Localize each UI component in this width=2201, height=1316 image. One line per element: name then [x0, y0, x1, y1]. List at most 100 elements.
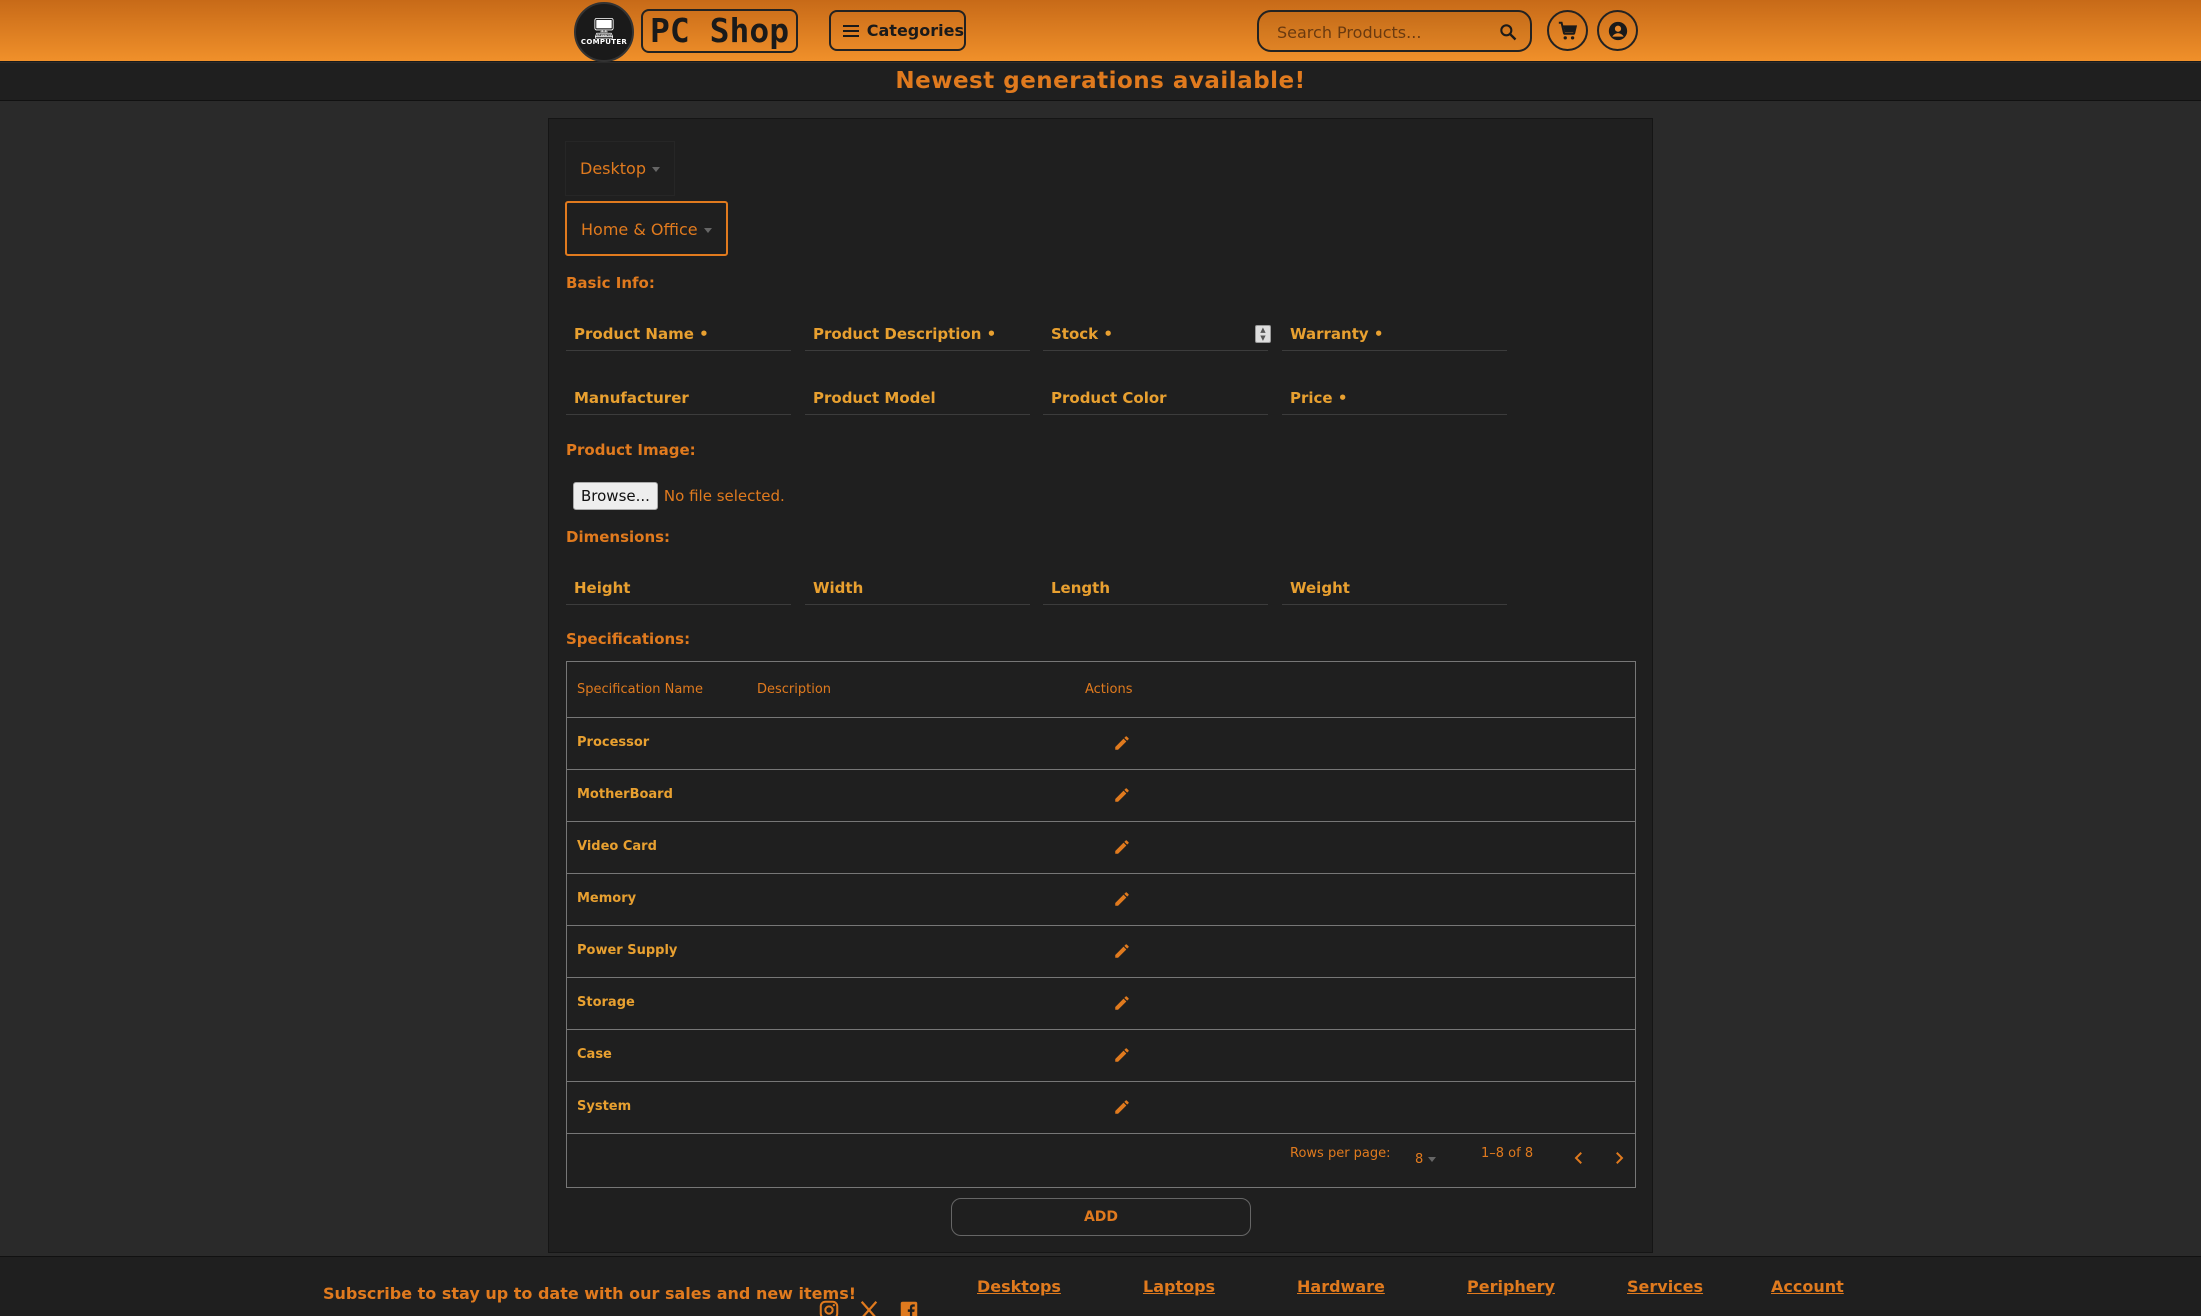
- category-select-value: Desktop: [580, 159, 646, 178]
- pencil-icon[interactable]: [1113, 734, 1131, 752]
- category-select[interactable]: Desktop: [565, 141, 675, 196]
- column-header-actions: Actions: [1085, 682, 1133, 697]
- table-row: System: [567, 1082, 1635, 1134]
- spec-name-cell: Storage: [577, 995, 635, 1010]
- table-row: Processor: [567, 718, 1635, 770]
- account-button[interactable]: [1597, 10, 1638, 51]
- promo-banner: Newest generations available!: [0, 63, 2201, 101]
- table-header: Specification Name Description Actions: [567, 662, 1635, 718]
- height-field[interactable]: Height: [566, 571, 791, 605]
- subscribe-text: Subscribe to stay up to date with our sa…: [323, 1284, 857, 1303]
- warranty-label: Warranty: [1290, 325, 1369, 343]
- pagination-range: 1–8 of 8: [1481, 1146, 1534, 1161]
- table-pagination: Rows per page: 8 1–8 of 8: [567, 1134, 1635, 1188]
- rows-per-page-select[interactable]: 8: [1415, 1152, 1437, 1167]
- top-navbar: 🖥 COMPUTER PC Shop Categories: [0, 0, 2201, 62]
- warranty-field[interactable]: Warranty •: [1282, 317, 1507, 351]
- length-field[interactable]: Length: [1043, 571, 1268, 605]
- required-marker: •: [1103, 325, 1113, 343]
- chevron-left-icon[interactable]: [1570, 1149, 1588, 1167]
- add-button[interactable]: ADD: [951, 1198, 1251, 1236]
- rows-per-page-label: Rows per page:: [1290, 1146, 1391, 1161]
- add-product-panel: Desktop Home & Office Basic Info: Produc…: [548, 118, 1653, 1253]
- logo-caption: COMPUTER: [580, 38, 628, 46]
- pencil-icon[interactable]: [1113, 786, 1131, 804]
- table-row: Memory: [567, 874, 1635, 926]
- specifications-heading: Specifications:: [566, 630, 691, 648]
- dimensions-heading: Dimensions:: [566, 528, 671, 546]
- chevron-right-icon[interactable]: [1610, 1149, 1628, 1167]
- table-row: Case: [567, 1030, 1635, 1082]
- browse-button[interactable]: Browse...: [573, 482, 658, 510]
- account-icon: [1608, 21, 1627, 40]
- computer-monitor-icon: 🖥: [591, 16, 617, 40]
- search-icon[interactable]: [1498, 22, 1518, 42]
- chevron-down-icon: [703, 228, 712, 233]
- search-box: [1257, 10, 1532, 52]
- product-model-field[interactable]: Product Model: [805, 381, 1030, 415]
- cart-icon: [1558, 21, 1577, 40]
- table-row: Video Card: [567, 822, 1635, 874]
- spec-name-cell: Processor: [577, 735, 650, 750]
- stock-label: Stock: [1051, 325, 1099, 343]
- cart-button[interactable]: [1547, 10, 1588, 51]
- spec-name-cell: Case: [577, 1047, 612, 1062]
- weight-field[interactable]: Weight: [1282, 571, 1507, 605]
- footer-link-laptops[interactable]: Laptops: [1143, 1277, 1215, 1296]
- required-marker: •: [986, 325, 997, 343]
- pencil-icon[interactable]: [1113, 838, 1131, 856]
- column-header-name[interactable]: Specification Name: [577, 682, 703, 697]
- table-row: Power Supply: [567, 926, 1635, 978]
- column-header-description[interactable]: Description: [757, 682, 831, 697]
- brand-name[interactable]: PC Shop: [641, 9, 799, 53]
- search-input[interactable]: [1277, 20, 1477, 44]
- manufacturer-label: Manufacturer: [574, 389, 689, 407]
- spec-name-cell: Memory: [577, 891, 637, 906]
- footer-link-periphery[interactable]: Periphery: [1467, 1277, 1555, 1296]
- length-label: Length: [1051, 579, 1110, 597]
- footer-link-account[interactable]: Account: [1771, 1277, 1844, 1296]
- subcategory-select[interactable]: Home & Office: [565, 201, 728, 256]
- product-description-label: Product Description: [813, 325, 982, 343]
- shop-logo[interactable]: 🖥 COMPUTER: [574, 2, 634, 62]
- price-field[interactable]: Price •: [1282, 381, 1507, 415]
- product-name-field[interactable]: Product Name •: [566, 317, 791, 351]
- footer-link-hardware[interactable]: Hardware: [1297, 1277, 1385, 1296]
- spec-name-cell: Video Card: [577, 839, 657, 854]
- product-color-field[interactable]: Product Color: [1043, 381, 1268, 415]
- manufacturer-field[interactable]: Manufacturer: [566, 381, 791, 415]
- facebook-icon[interactable]: [898, 1299, 920, 1316]
- chevron-down-icon: [1428, 1157, 1437, 1162]
- width-label: Width: [813, 579, 864, 597]
- pencil-icon[interactable]: [1113, 1046, 1131, 1064]
- spec-name-cell: System: [577, 1099, 632, 1114]
- basic-info-heading: Basic Info:: [566, 274, 655, 292]
- product-name-label: Product Name: [574, 325, 694, 343]
- product-image-heading: Product Image:: [566, 441, 696, 459]
- height-label: Height: [574, 579, 631, 597]
- instagram-icon[interactable]: [818, 1299, 840, 1316]
- categories-label: Categories: [866, 21, 964, 40]
- stock-field[interactable]: Stock • ▲ ▼: [1043, 317, 1271, 351]
- product-description-field[interactable]: Product Description •: [805, 317, 1030, 351]
- price-label: Price: [1290, 389, 1333, 407]
- table-row: MotherBoard: [567, 770, 1635, 822]
- categories-button[interactable]: Categories: [829, 10, 966, 51]
- number-spinner-icon[interactable]: ▲ ▼: [1255, 325, 1271, 343]
- product-color-label: Product Color: [1051, 389, 1167, 407]
- footer-link-desktops[interactable]: Desktops: [977, 1277, 1061, 1296]
- weight-label: Weight: [1290, 579, 1350, 597]
- required-marker: •: [1373, 325, 1384, 343]
- product-model-label: Product Model: [813, 389, 936, 407]
- pencil-icon[interactable]: [1113, 1098, 1131, 1116]
- no-file-text: No file selected.: [663, 487, 785, 505]
- specifications-table: Specification Name Description Actions P…: [566, 661, 1636, 1188]
- width-field[interactable]: Width: [805, 571, 1030, 605]
- x-icon[interactable]: [858, 1299, 880, 1316]
- pencil-icon[interactable]: [1113, 890, 1131, 908]
- rows-per-page-value: 8: [1415, 1152, 1424, 1167]
- pencil-icon[interactable]: [1113, 994, 1131, 1012]
- pencil-icon[interactable]: [1113, 942, 1131, 960]
- footer-link-services[interactable]: Services: [1627, 1277, 1703, 1296]
- hamburger-icon: [843, 22, 859, 40]
